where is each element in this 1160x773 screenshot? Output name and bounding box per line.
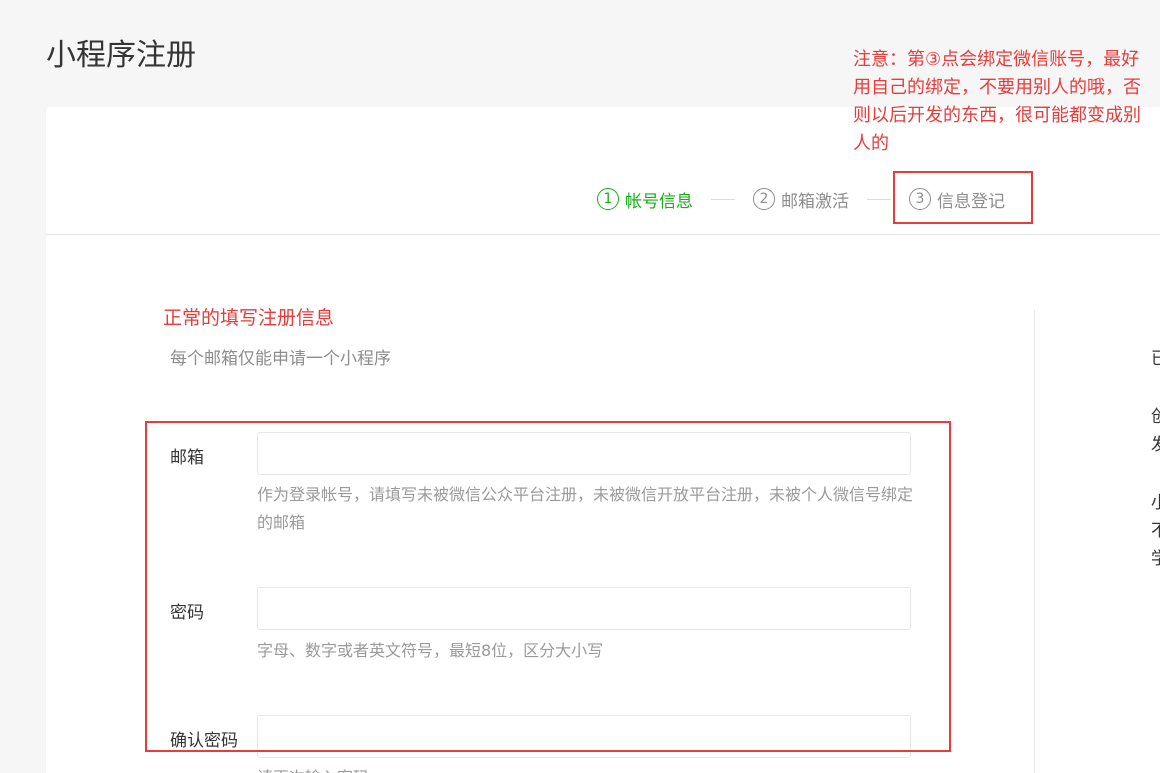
- annotation-box-form: [145, 421, 951, 752]
- side-panel-text: 学: [1151, 549, 1160, 569]
- annotation-form-note: 正常的填写注册信息: [163, 307, 335, 329]
- page-title: 小程序注册: [46, 38, 196, 73]
- step-separator: [867, 198, 891, 200]
- annotation-box-step3: [893, 171, 1033, 224]
- side-panel-text: 发: [1151, 435, 1160, 455]
- registration-card: 1 帐号信息 2 邮箱激活 3 信息登记 正常的填写注册信息 每个邮箱仅能申请一…: [46, 107, 1160, 773]
- annotation-note: 注意：第③点会绑定微信账号，最好用自己的绑定，不要用别人的哦，否则以后开发的东西…: [853, 49, 1141, 154]
- form-subtitle: 每个邮箱仅能申请一个小程序: [170, 349, 391, 369]
- column-divider: [1034, 310, 1035, 773]
- step-number-icon: 2: [753, 188, 775, 210]
- confirm-password-hint: 请再次输入密码: [257, 764, 917, 773]
- step-label: 邮箱激活: [781, 191, 849, 212]
- side-panel-text: 小: [1151, 493, 1160, 513]
- step-email-activation: 2 邮箱激活: [753, 187, 849, 212]
- header-divider: [46, 234, 1160, 235]
- step-separator: [711, 198, 735, 200]
- step-label: 帐号信息: [625, 191, 693, 212]
- side-panel-text: 不: [1151, 521, 1160, 541]
- step-number-icon: 1: [597, 188, 619, 210]
- side-panel-text: 已: [1151, 349, 1160, 369]
- step-account-info: 1 帐号信息: [597, 187, 693, 212]
- registration-page: 小程序注册 1 帐号信息 2 邮箱激活 3 信息登记 正常的填写注册信息 每个邮…: [0, 0, 1160, 773]
- side-panel-text: 创: [1151, 407, 1160, 427]
